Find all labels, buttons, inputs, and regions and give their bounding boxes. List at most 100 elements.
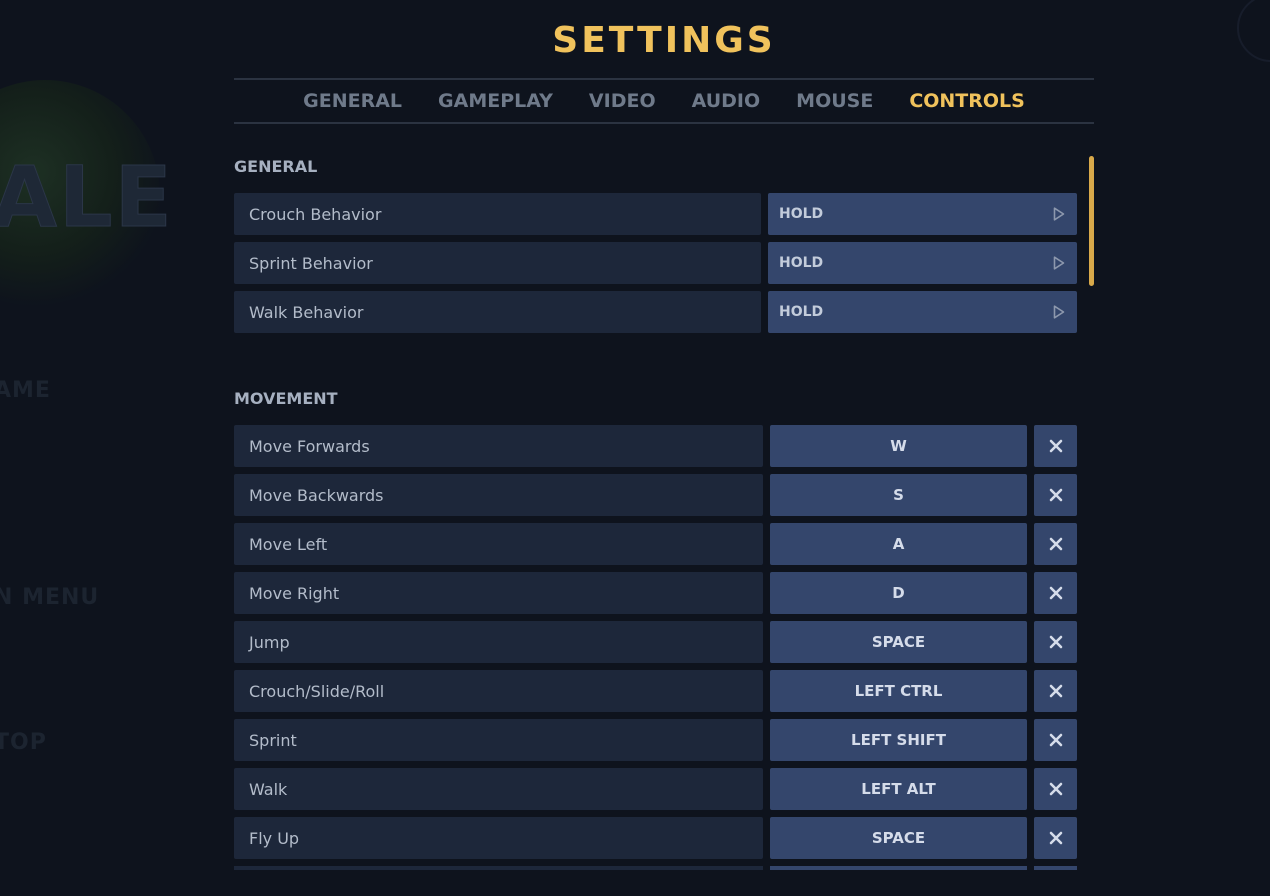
keybind-label-box: Move Left xyxy=(234,523,763,565)
keybind-label: Fly Up xyxy=(249,828,300,848)
scrollbar-thumb[interactable] xyxy=(1089,156,1094,286)
keybind-label: Move Backwards xyxy=(249,485,384,505)
select-value: HOLD xyxy=(779,304,824,320)
tab-controls[interactable]: CONTROLS xyxy=(909,90,1025,112)
tab-general[interactable]: GENERAL xyxy=(303,90,402,112)
background-logo-text: ALE xyxy=(0,148,174,247)
setting-row-crouch-behavior: Crouch Behavior HOLD xyxy=(234,193,1077,235)
settings-tab-bar: GENERAL GAMEPLAY VIDEO AUDIO MOUSE CONTR… xyxy=(234,78,1094,124)
keybind-label: Move Right xyxy=(249,583,340,603)
setting-label-box: Crouch Behavior xyxy=(234,193,761,235)
close-icon xyxy=(1049,684,1062,698)
clear-binding-button[interactable] xyxy=(1034,425,1077,467)
keybind-value: W xyxy=(890,437,907,455)
setting-label: Sprint Behavior xyxy=(249,253,373,273)
keybind-row-move-right: Move Right D xyxy=(234,572,1077,614)
keybind-row-move-backwards: Move Backwards S xyxy=(234,474,1077,516)
background-menu-item: N MENU xyxy=(0,585,100,610)
keybind-value: LEFT SHIFT xyxy=(851,731,946,749)
clear-binding-button[interactable] xyxy=(1034,474,1077,516)
keybind-row-partial xyxy=(234,866,1077,870)
sprint-behavior-select[interactable]: HOLD xyxy=(768,242,1077,284)
keybind-label-box: Move Backwards xyxy=(234,474,763,516)
close-icon xyxy=(1049,488,1062,502)
background-emblem-icon xyxy=(1237,0,1270,62)
keybind-label: Move Left xyxy=(249,534,328,554)
close-icon xyxy=(1049,537,1062,551)
keybind-value: SPACE xyxy=(871,829,926,847)
keybind-value: SPACE xyxy=(871,633,926,651)
section-header-general: GENERAL xyxy=(234,157,318,176)
play-triangle-icon xyxy=(1053,207,1065,221)
close-icon xyxy=(1049,782,1062,796)
clear-binding-button[interactable] xyxy=(1034,621,1077,663)
tab-video[interactable]: VIDEO xyxy=(589,90,656,112)
keybind-label-box: Move Forwards xyxy=(234,425,763,467)
keybind-label-box: Crouch/Slide/Roll xyxy=(234,670,763,712)
keybind-row-move-forwards: Move Forwards W xyxy=(234,425,1077,467)
close-icon xyxy=(1049,733,1062,747)
keybind-row-jump: Jump SPACE xyxy=(234,621,1077,663)
clear-binding-button[interactable] xyxy=(1034,572,1077,614)
clear-binding-button[interactable] xyxy=(1034,768,1077,810)
keybind-label: Crouch/Slide/Roll xyxy=(249,681,385,701)
walk-behavior-select[interactable]: HOLD xyxy=(768,291,1077,333)
keybind-button[interactable]: SPACE xyxy=(770,817,1027,859)
setting-label-box: Sprint Behavior xyxy=(234,242,761,284)
keybind-row-sprint: Sprint LEFT SHIFT xyxy=(234,719,1077,761)
keybind-label: Move Forwards xyxy=(249,436,370,456)
keybind-button[interactable]: W xyxy=(770,425,1027,467)
tab-audio[interactable]: AUDIO xyxy=(692,90,761,112)
select-value: HOLD xyxy=(779,206,824,222)
setting-row-walk-behavior: Walk Behavior HOLD xyxy=(234,291,1077,333)
keybind-label-box xyxy=(234,866,763,870)
keybind-button[interactable]: LEFT SHIFT xyxy=(770,719,1027,761)
play-triangle-icon xyxy=(1053,305,1065,319)
keybind-button[interactable]: SPACE xyxy=(770,621,1027,663)
keybind-button[interactable]: A xyxy=(770,523,1027,565)
clear-binding-button[interactable] xyxy=(1034,670,1077,712)
settings-panel: SETTINGS GENERAL GAMEPLAY VIDEO AUDIO MO… xyxy=(234,0,1094,896)
keybind-row-walk: Walk LEFT ALT xyxy=(234,768,1077,810)
section-header-movement: MOVEMENT xyxy=(234,389,338,408)
clear-binding-button[interactable] xyxy=(1034,817,1077,859)
close-icon xyxy=(1049,831,1062,845)
keybind-label: Jump xyxy=(249,632,290,652)
close-icon xyxy=(1049,586,1062,600)
keybind-value: LEFT CTRL xyxy=(854,682,943,700)
keybind-value: LEFT ALT xyxy=(861,780,936,798)
keybind-label: Walk xyxy=(249,779,288,799)
close-icon xyxy=(1049,439,1062,453)
select-value: HOLD xyxy=(779,255,824,271)
keybind-button[interactable]: S xyxy=(770,474,1027,516)
crouch-behavior-select[interactable]: HOLD xyxy=(768,193,1077,235)
clear-binding-button[interactable] xyxy=(1034,866,1077,870)
clear-binding-button[interactable] xyxy=(1034,523,1077,565)
close-icon xyxy=(1049,635,1062,649)
setting-label: Crouch Behavior xyxy=(249,204,382,224)
setting-row-sprint-behavior: Sprint Behavior HOLD xyxy=(234,242,1077,284)
keybind-label-box: Jump xyxy=(234,621,763,663)
page-title: SETTINGS xyxy=(552,20,776,61)
setting-label: Walk Behavior xyxy=(249,302,364,322)
keybind-label-box: Sprint xyxy=(234,719,763,761)
keybind-value: S xyxy=(893,486,904,504)
tab-gameplay[interactable]: GAMEPLAY xyxy=(438,90,553,112)
play-triangle-icon xyxy=(1053,256,1065,270)
keybind-button[interactable]: LEFT ALT xyxy=(770,768,1027,810)
keybind-label-box: Move Right xyxy=(234,572,763,614)
keybind-button[interactable] xyxy=(770,866,1027,870)
tab-mouse[interactable]: MOUSE xyxy=(796,90,873,112)
keybind-label-box: Fly Up xyxy=(234,817,763,859)
keybind-label-box: Walk xyxy=(234,768,763,810)
background-menu-item: TOP xyxy=(0,730,47,755)
keybind-label: Sprint xyxy=(249,730,297,750)
keybind-row-crouch-slide-roll: Crouch/Slide/Roll LEFT CTRL xyxy=(234,670,1077,712)
keybind-value: A xyxy=(892,535,905,553)
background-menu-item: AME xyxy=(0,378,51,403)
setting-label-box: Walk Behavior xyxy=(234,291,761,333)
keybind-button[interactable]: LEFT CTRL xyxy=(770,670,1027,712)
keybind-row-fly-up: Fly Up SPACE xyxy=(234,817,1077,859)
clear-binding-button[interactable] xyxy=(1034,719,1077,761)
keybind-button[interactable]: D xyxy=(770,572,1027,614)
